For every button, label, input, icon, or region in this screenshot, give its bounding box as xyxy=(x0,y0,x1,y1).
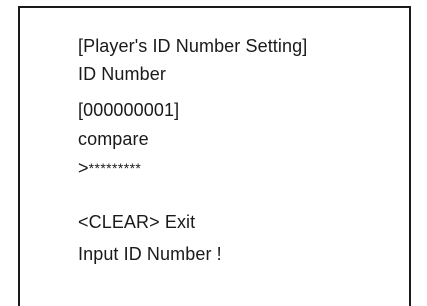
screen-title: [Player's ID Number Setting] xyxy=(78,36,308,56)
input-instruction: Input ID Number ! xyxy=(78,244,222,264)
lcd-display-panel: [Player's ID Number Setting] ID Number [… xyxy=(18,6,411,306)
id-entry-field[interactable]: >********* xyxy=(78,157,141,180)
clear-exit-hint: <CLEAR> Exit xyxy=(78,212,196,232)
id-number-label: ID Number xyxy=(78,64,166,84)
entry-prompt-marker: > xyxy=(78,158,89,178)
id-number-value: [000000001] xyxy=(78,100,180,120)
masked-id-input: ********* xyxy=(88,160,142,176)
compare-label: compare xyxy=(78,129,149,149)
